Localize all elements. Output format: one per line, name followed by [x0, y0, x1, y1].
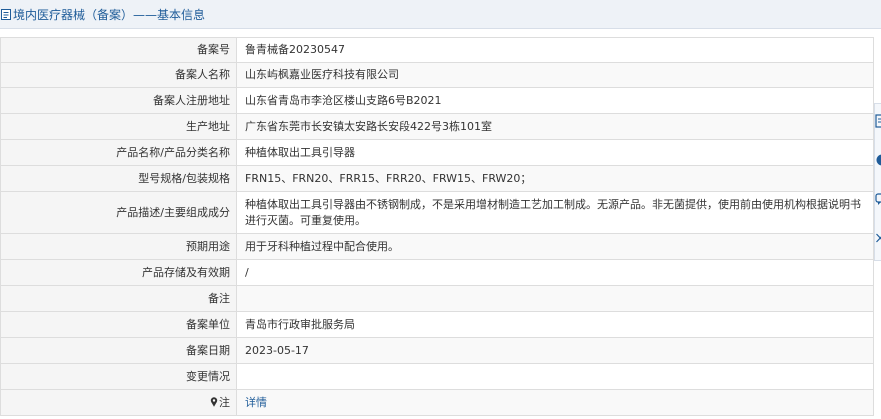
row-value: FRN15、FRN20、FRR15、FRR20、FRW15、FRW20； [236, 165, 874, 192]
table-row: 注 详情 [0, 389, 874, 416]
row-label: 备案人注册地址 [0, 87, 237, 114]
table-row: 变更情况 [0, 363, 874, 390]
page-header: 境内医疗器械（备案）——基本信息 [0, 0, 881, 29]
note-label-text: 注 [219, 395, 230, 409]
side-tab-document[interactable] [875, 104, 881, 138]
row-value: 用于牙科种植过程中配合使用。 [236, 233, 874, 260]
table-row: 备案日期 2023-05-17 [0, 337, 874, 364]
close-icon [876, 233, 881, 243]
table-row: 预期用途 用于牙科种植过程中配合使用。 [0, 233, 874, 260]
table-row: 产品描述/主要组成成分 种植体取出工具引导器由不锈钢制成，不是采用增材制造工艺加… [0, 191, 874, 234]
row-label: 产品名称/产品分类名称 [0, 139, 237, 166]
table-row: 型号规格/包装规格 FRN15、FRN20、FRR15、FRR20、FRW15、… [0, 165, 874, 192]
page-title: 境内医疗器械（备案）——基本信息 [13, 7, 206, 22]
side-tab-circle[interactable] [875, 143, 881, 177]
row-label: 备案日期 [0, 337, 237, 364]
row-value: / [236, 259, 874, 286]
table-row: 产品名称/产品分类名称 种植体取出工具引导器 [0, 139, 874, 166]
side-toolbar [874, 103, 881, 261]
pin-icon [210, 396, 218, 407]
row-label: 型号规格/包装规格 [0, 165, 237, 192]
row-value [236, 285, 874, 312]
row-value: 详情 [236, 389, 874, 416]
row-value: 青岛市行政审批服务局 [236, 311, 874, 338]
row-value: 种植体取出工具引导器 [236, 139, 874, 166]
row-label: 备案号 [0, 37, 237, 63]
table-row: 备案单位 青岛市行政审批服务局 [0, 311, 874, 338]
table-row: 备案人名称 山东屿枫嘉业医疗科技有限公司 [0, 62, 874, 88]
table-row: 产品存储及有效期 / [0, 259, 874, 286]
row-value: 种植体取出工具引导器由不锈钢制成，不是采用增材制造工艺加工制成。无源产品。非无菌… [236, 191, 874, 234]
row-label: 产品存储及有效期 [0, 259, 237, 286]
row-label: 备案单位 [0, 311, 237, 338]
row-value: 2023-05-17 [236, 337, 874, 364]
table-row: 生产地址 广东省东莞市长安镇太安路长安段422号3栋101室 [0, 113, 874, 140]
row-value: 山东省青岛市李沧区楼山支路6号B2021 [236, 87, 874, 114]
row-label: 变更情况 [0, 363, 237, 390]
row-label: 预期用途 [0, 233, 237, 260]
row-value [236, 363, 874, 390]
document-icon [1, 8, 11, 20]
side-tab-close[interactable] [875, 221, 881, 255]
row-value: 山东屿枫嘉业医疗科技有限公司 [236, 62, 874, 88]
circle-icon [876, 154, 881, 166]
row-value: 鲁青械备20230547 [236, 37, 874, 63]
row-label: 生产地址 [0, 113, 237, 140]
info-table: 备案号 鲁青械备20230547 备案人名称 山东屿枫嘉业医疗科技有限公司 备案… [0, 37, 874, 416]
row-value: 广东省东莞市长安镇太安路长安段422号3栋101室 [236, 113, 874, 140]
table-row: 备案号 鲁青械备20230547 [0, 37, 874, 63]
row-label: 产品描述/主要组成成分 [0, 191, 237, 234]
table-row: 备案人注册地址 山东省青岛市李沧区楼山支路6号B2021 [0, 87, 874, 114]
document-icon [875, 114, 881, 128]
row-label: 备案人名称 [0, 62, 237, 88]
chat-icon [875, 193, 881, 205]
table-row: 备注 [0, 285, 874, 312]
details-link[interactable]: 详情 [245, 396, 267, 409]
note-row-label: 注 [0, 389, 237, 416]
side-tab-chat[interactable] [875, 182, 881, 216]
row-label: 备注 [0, 285, 237, 312]
